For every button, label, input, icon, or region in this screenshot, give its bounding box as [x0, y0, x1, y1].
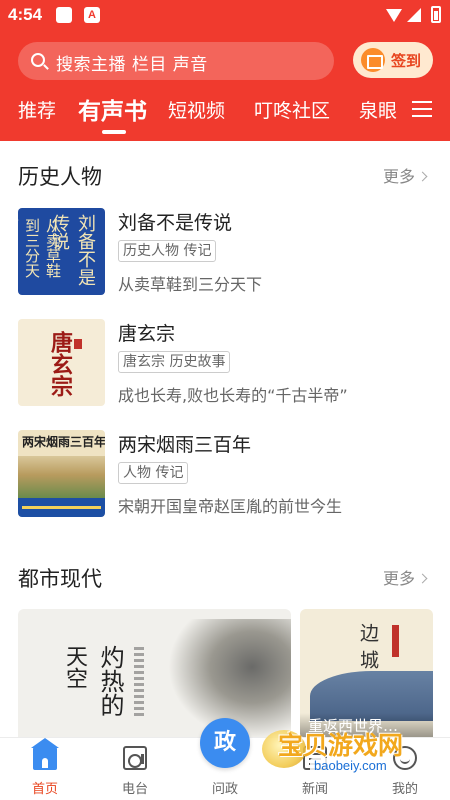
- book-tags: 历史人物 传记: [118, 240, 217, 262]
- book-cover: 两宋烟雨三百年: [18, 430, 105, 517]
- app-header: 4:54 A 搜索主播 栏目 声音 签到 推荐 有声书 短视频 叮咚社区 泉眼: [0, 0, 450, 141]
- status-time: 4:54: [8, 5, 43, 24]
- cover-illustration: [18, 456, 105, 498]
- tab-short-video[interactable]: 短视频: [168, 96, 225, 123]
- book-tags: 人物 传记: [118, 462, 189, 484]
- main-content: 历史人物 更多 从卖草鞋到三分天下 刘备不是传说 刘备不是传说 历史人物 传记 …: [0, 141, 450, 737]
- more-link-history[interactable]: 更多: [383, 163, 428, 187]
- list-item[interactable]: 从卖草鞋到三分天下 刘备不是传说 刘备不是传说 历史人物 传记 从卖草鞋到三分天…: [0, 208, 450, 300]
- book-card[interactable]: 边城 重返西世界…: [300, 609, 433, 737]
- cover-text: 两宋烟雨三百年: [22, 435, 105, 449]
- signal-icon: [407, 8, 421, 22]
- cover-fine-print: [134, 647, 144, 717]
- book-card[interactable]: 天空 灼热的: [18, 609, 291, 737]
- book-tags: 唐玄宗 历史故事: [118, 351, 231, 373]
- chevron-right-icon: [417, 171, 428, 182]
- notification-app-icon: [56, 7, 72, 23]
- category-tabs: 推荐 有声书 短视频 叮咚社区 泉眼: [0, 92, 450, 136]
- book-cover: 从卖草鞋到三分天下 刘备不是传说: [18, 208, 105, 295]
- cover-text: 灼热的: [96, 645, 124, 717]
- tab-recommend[interactable]: 推荐: [18, 96, 56, 123]
- cover-text: 唐玄宗: [47, 331, 73, 397]
- tab-dingdong-community[interactable]: 叮咚社区: [254, 96, 330, 123]
- cover-text: 天空: [62, 645, 87, 689]
- signin-button[interactable]: 签到: [353, 42, 433, 78]
- more-label: 更多: [383, 167, 416, 186]
- calendar-icon: [361, 48, 385, 72]
- nav-label: 我的: [391, 782, 418, 797]
- book-description: 成也长寿,败也长寿的“千古半帝”: [118, 386, 348, 405]
- nav-label: 首页: [31, 782, 58, 797]
- more-link-urban[interactable]: 更多: [383, 565, 428, 589]
- signin-label: 签到: [391, 52, 422, 70]
- notification-a-icon: A: [84, 7, 100, 23]
- book-title: 唐玄宗: [118, 323, 176, 345]
- nav-label: 电台: [121, 782, 148, 797]
- search-input[interactable]: 搜索主播 栏目 声音: [18, 42, 334, 80]
- tab-quanyan[interactable]: 泉眼: [359, 96, 397, 123]
- book-description: 从卖草鞋到三分天下: [118, 275, 263, 294]
- active-tab-indicator: [102, 130, 126, 134]
- search-placeholder: 搜索主播 栏目 声音: [56, 55, 208, 75]
- nav-me[interactable]: 我的: [360, 738, 450, 800]
- cover-band: [18, 498, 105, 517]
- book-description: 宋朝开国皇帝赵匡胤的前世今生: [118, 497, 343, 516]
- more-label: 更多: [383, 569, 416, 588]
- home-icon: [31, 738, 59, 770]
- nav-radio[interactable]: 电台: [90, 738, 180, 800]
- book-title: 两宋烟雨三百年: [118, 434, 252, 456]
- nav-home[interactable]: 首页: [0, 738, 90, 800]
- status-bar: 4:54 A: [0, 0, 450, 32]
- battery-icon: [431, 6, 441, 23]
- nav-label: 问政: [211, 782, 238, 797]
- nav-news[interactable]: 新闻: [270, 738, 360, 800]
- list-item[interactable]: 唐玄宗 唐玄宗 唐玄宗 历史故事 成也长寿,败也长寿的“千古半帝”: [0, 319, 450, 411]
- cover-text: 刘备不是传说: [49, 214, 96, 286]
- seal-stamp: [392, 625, 399, 657]
- list-item[interactable]: 两宋烟雨三百年 两宋烟雨三百年 人物 传记 宋朝开国皇帝赵匡胤的前世今生: [0, 430, 450, 522]
- section-title-history: 历史人物: [18, 165, 102, 189]
- news-icon: [303, 746, 327, 770]
- search-icon: [31, 53, 45, 67]
- politics-icon[interactable]: 政: [200, 718, 250, 768]
- tab-audiobook[interactable]: 有声书: [78, 92, 147, 126]
- menu-icon[interactable]: [412, 100, 432, 118]
- nav-label: 新闻: [301, 782, 328, 797]
- wifi-icon: [386, 9, 402, 22]
- seal-stamp: [74, 339, 82, 349]
- book-title: 刘备不是传说: [118, 212, 233, 234]
- cover-text: 边城: [357, 623, 379, 677]
- card-caption: 重返西世界…: [308, 717, 399, 735]
- chevron-right-icon: [417, 573, 428, 584]
- bottom-navigation: 首页 电台 问政 政 新闻 我的: [0, 718, 450, 800]
- me-icon: [393, 746, 417, 770]
- section-title-urban: 都市现代: [18, 567, 102, 591]
- book-cover: 唐玄宗: [18, 319, 105, 406]
- radio-icon: [123, 746, 147, 770]
